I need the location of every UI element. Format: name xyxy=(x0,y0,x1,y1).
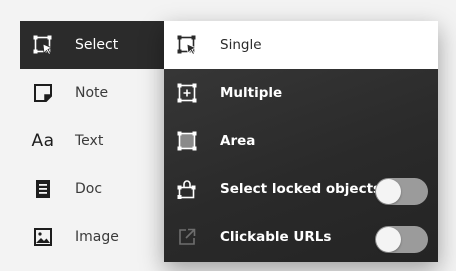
tool-note-label: Note xyxy=(75,85,109,101)
tool-text-label: Text xyxy=(75,133,104,149)
tool-select-label: Select xyxy=(75,37,119,53)
select-locked-objects-row: Select locked objects xyxy=(164,165,438,213)
clickable-urls-toggle[interactable] xyxy=(375,226,428,253)
select-locked-objects-toggle[interactable] xyxy=(375,178,428,205)
select-mode-single-label: Single xyxy=(220,37,262,53)
select-mode-multiple[interactable]: Multiple xyxy=(164,69,438,117)
doc-icon xyxy=(32,178,54,200)
lock-select-icon xyxy=(176,178,198,200)
select-submenu: Single Multiple Area Select locked objec… xyxy=(164,21,438,262)
tool-image[interactable]: Image xyxy=(20,213,170,261)
tool-doc[interactable]: Doc xyxy=(20,165,170,213)
tool-text[interactable]: Aa Text xyxy=(20,117,170,165)
tool-select[interactable]: Select xyxy=(20,21,170,69)
tool-image-label: Image xyxy=(75,229,119,245)
area-select-icon xyxy=(176,130,198,152)
note-icon xyxy=(32,82,54,104)
external-link-icon xyxy=(176,226,198,248)
text-icon: Aa xyxy=(31,131,55,151)
single-select-icon xyxy=(176,34,198,56)
tool-doc-label: Doc xyxy=(75,181,103,197)
select-mode-single[interactable]: Single xyxy=(164,21,438,69)
select-locked-objects-label: Select locked objects xyxy=(220,181,382,197)
tool-menu: Select Note Aa Text Doc Image xyxy=(20,21,170,261)
toggle-knob xyxy=(376,179,401,204)
tool-note[interactable]: Note xyxy=(20,69,170,117)
multiple-select-icon xyxy=(176,82,198,104)
toggle-knob xyxy=(376,227,401,252)
select-icon xyxy=(32,34,54,56)
clickable-urls-label: Clickable URLs xyxy=(220,229,332,245)
image-icon xyxy=(32,226,54,248)
clickable-urls-row: Clickable URLs xyxy=(164,213,438,261)
select-mode-area-label: Area xyxy=(220,133,256,149)
select-mode-multiple-label: Multiple xyxy=(220,85,283,101)
select-mode-area[interactable]: Area xyxy=(164,117,438,165)
